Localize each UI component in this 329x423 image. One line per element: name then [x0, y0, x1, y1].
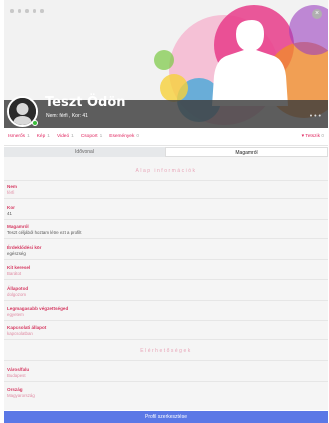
field-label: Érdeklődési kör	[7, 245, 42, 250]
subtabs: Idővonal Magamról	[4, 147, 328, 157]
field-value: egyetem	[7, 312, 24, 317]
rating-dots	[10, 9, 44, 13]
divider	[4, 180, 328, 181]
tab-esemenyek[interactable]: Események 0	[109, 134, 139, 139]
dot-icon	[25, 9, 29, 13]
field-value: kapcsolatban	[7, 331, 33, 336]
cover-image: × Teszt Ödön Nem: férfi , Kor: 41 • • •	[4, 0, 328, 128]
field-label: Nem	[7, 184, 17, 189]
field-label: Állapotod	[7, 286, 29, 291]
divider	[4, 238, 328, 239]
tab-idovonal[interactable]: Idővonal	[4, 147, 165, 157]
divider	[4, 381, 328, 382]
field-value: Barátot	[7, 271, 22, 276]
field-value: Teszt céljából hoztam létre ezt a profil…	[7, 230, 82, 235]
divider	[4, 279, 328, 280]
more-menu-icon[interactable]: • • •	[310, 113, 321, 120]
field-label: Legmagasabb végzettséged	[7, 306, 69, 311]
dot-icon	[17, 9, 21, 13]
field-value: egészség	[7, 251, 26, 256]
divider	[4, 339, 328, 340]
tab-video[interactable]: Videó 1	[57, 134, 74, 139]
field-value: dolgozom	[7, 292, 27, 297]
field-value: Budapest	[7, 373, 26, 378]
field-allapotod: Állapotod dolgozom	[7, 286, 28, 297]
divider	[4, 198, 328, 199]
close-icon[interactable]: ×	[312, 9, 322, 19]
online-status-indicator	[32, 120, 38, 126]
field-label: Város/falu	[7, 367, 30, 372]
field-kit-keresel: Kit keresel Barátot	[7, 265, 30, 276]
field-kor: Kor 41	[7, 205, 15, 216]
section-title-basic: Alap információk	[135, 168, 197, 174]
like-button[interactable]: ▾ Tetszik 0	[302, 134, 324, 139]
field-value: férfi	[7, 190, 15, 195]
edit-profile-button[interactable]: Profil szerkesztése	[4, 411, 328, 423]
field-label: Kit keresel	[7, 265, 31, 270]
tab-ismeros[interactable]: Ismerős 1	[8, 134, 30, 139]
field-nem: Nem férfi	[7, 184, 17, 195]
about-panel: Alap információk Nem férfi Kor 41 Magamr…	[4, 157, 328, 410]
field-label: Magamról	[7, 224, 29, 229]
tab-magamrol[interactable]: Magamról	[165, 147, 328, 157]
tab-kep[interactable]: Kép 1	[37, 134, 50, 139]
profile-tabs: Ismerős 1 Kép 1 Videó 1 Csoport 1 Események 0…	[4, 128, 328, 146]
field-varos: Város/falu Budapest	[7, 367, 29, 378]
field-label: Kapcsolati állapot	[7, 325, 47, 330]
profile-meta: Nem: férfi , Kor: 41	[46, 113, 88, 119]
divider	[4, 360, 328, 361]
field-orszag: Ország Magyarország	[7, 387, 35, 398]
divider	[4, 300, 328, 301]
field-kapcsolati-allapot: Kapcsolati állapot kapcsolatban	[7, 325, 46, 336]
field-label: Kor	[7, 205, 15, 210]
tab-csoport[interactable]: Csoport 1	[81, 134, 102, 139]
section-title-contact: Elérhetőségek	[140, 348, 192, 354]
divider	[4, 259, 328, 260]
divider	[4, 320, 328, 321]
field-magamrol: Magamról Teszt céljából hoztam létre ezt…	[7, 224, 81, 235]
dot-icon	[40, 9, 44, 13]
divider	[4, 219, 328, 220]
profile-name: Teszt Ödön	[45, 95, 126, 110]
field-label: Ország	[7, 387, 23, 392]
field-erdeklodesi-kor: Érdeklődési kör egészség	[7, 245, 41, 256]
dot-icon	[10, 9, 14, 13]
field-value: 41	[7, 211, 12, 216]
field-value: Magyarország	[7, 393, 35, 398]
field-vegzettseg: Legmagasabb végzettséged egyetem	[7, 306, 68, 317]
dot-icon	[32, 9, 36, 13]
